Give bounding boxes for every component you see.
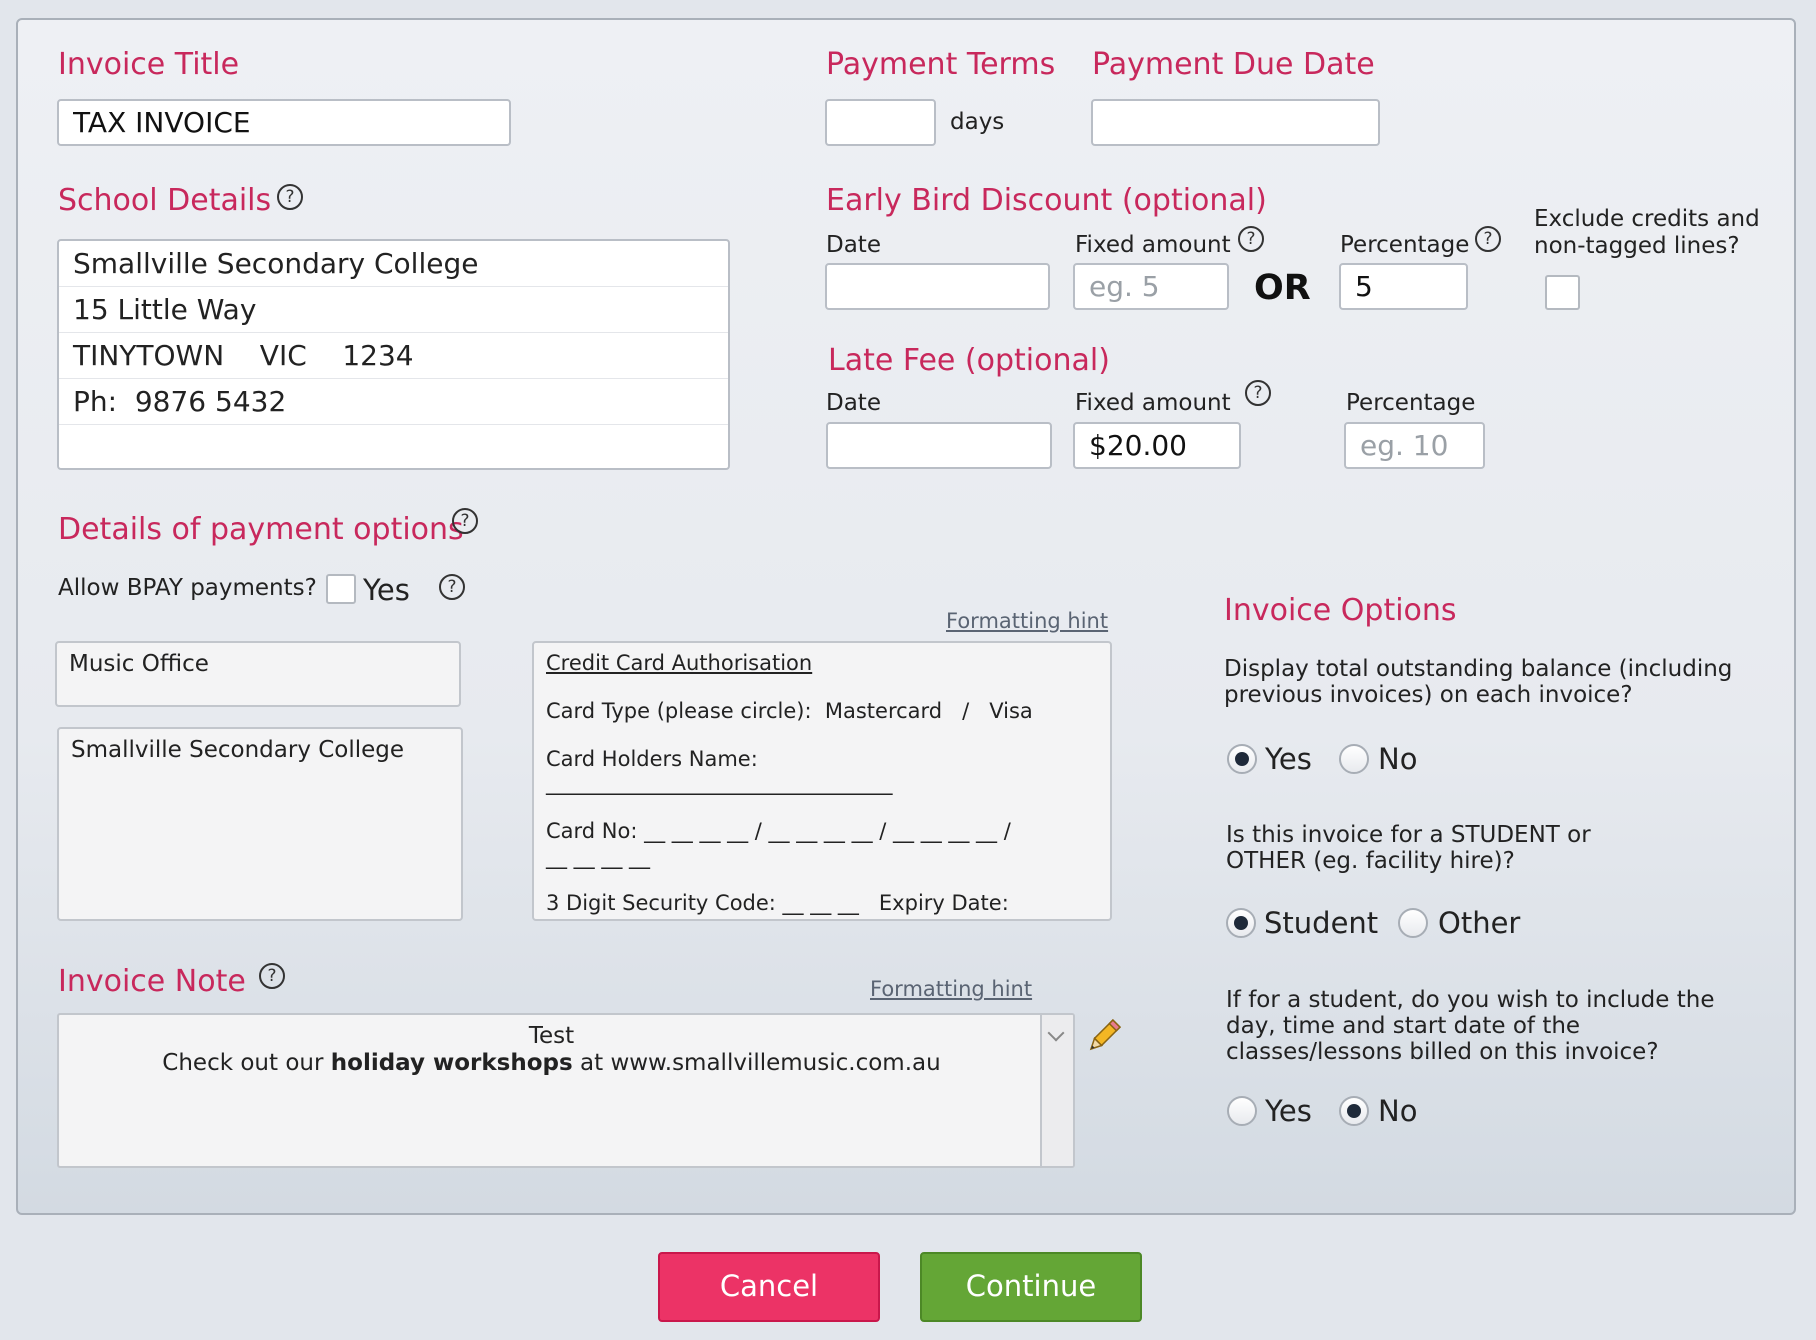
invoice-note-line-2: Check out our holiday workshops at www.s… (59, 1050, 1044, 1077)
payment-options-help-icon[interactable]: ? (452, 508, 478, 534)
exclude-credits-label-2: non-tagged lines? (1534, 233, 1740, 259)
school-details-line: Smallville Secondary College (59, 241, 728, 287)
balance-yes-radio[interactable] (1227, 744, 1257, 774)
invoice-options-heading: Invoice Options (1224, 593, 1457, 628)
bpay-help-icon[interactable]: ? (439, 574, 465, 600)
balance-yes-label: Yes (1265, 742, 1312, 776)
school-details-textarea[interactable]: Smallville Secondary College 15 Little W… (57, 239, 730, 470)
early-bird-date-label: Date (826, 232, 881, 258)
school-details-line: 15 Little Way (59, 287, 728, 333)
invoice-note-textarea[interactable]: Test Check out our holiday workshops at … (57, 1013, 1075, 1168)
bpay-label: Allow BPAY payments? (58, 575, 317, 601)
payment-box-music-office[interactable]: Music Office (55, 641, 461, 707)
class-details-no-radio[interactable] (1339, 1096, 1369, 1126)
note-bold-text: holiday workshops (330, 1050, 573, 1076)
bpay-yes-label: Yes (363, 573, 410, 607)
cc-card-no: Card No: __ __ __ __ / __ __ __ __ / __ … (546, 819, 1011, 843)
payment-box-school[interactable]: Smallville Secondary College (57, 727, 463, 921)
early-bird-heading: Early Bird Discount (optional) (826, 183, 1267, 218)
other-radio[interactable] (1398, 908, 1428, 938)
balance-no-radio[interactable] (1339, 744, 1369, 774)
cc-card-type: Card Type (please circle): Mastercard / … (546, 699, 1033, 723)
class-details-no-label: No (1378, 1094, 1418, 1128)
payment-terms-heading: Payment Terms (826, 47, 1056, 82)
pencil-icon[interactable] (1084, 1016, 1122, 1058)
payment-due-date-input[interactable] (1091, 99, 1380, 146)
q1-text-2: previous invoices) on each invoice? (1224, 682, 1633, 708)
invoice-title-input[interactable] (57, 99, 511, 146)
school-details-heading: School Details (58, 183, 272, 218)
chevron-down-icon[interactable] (1047, 1024, 1065, 1042)
student-radio[interactable] (1226, 908, 1256, 938)
invoice-note-line-1: Test (528, 1023, 575, 1049)
student-label: Student (1264, 906, 1379, 940)
invoice-note-content: Test Check out our holiday workshops at … (59, 1023, 1044, 1077)
cc-card-no-cont: __ __ __ __ (546, 845, 651, 869)
exclude-credits-label-1: Exclude credits and (1534, 206, 1760, 232)
q2-text-1: Is this invoice for a STUDENT or (1226, 822, 1591, 848)
early-bird-percentage-label: Percentage (1340, 232, 1470, 258)
invoice-note-scrollbar[interactable] (1040, 1015, 1073, 1166)
school-details-line: TINYTOWN VIC 1234 (59, 333, 728, 379)
class-details-yes-radio[interactable] (1227, 1096, 1257, 1126)
other-label: Other (1438, 906, 1521, 940)
class-details-yes-label: Yes (1265, 1094, 1312, 1128)
early-bird-date-input[interactable] (825, 263, 1050, 310)
invoice-title-heading: Invoice Title (58, 47, 240, 82)
bpay-checkbox[interactable] (326, 574, 356, 604)
early-bird-percentage-help-icon[interactable]: ? (1475, 226, 1501, 252)
late-fee-heading: Late Fee (optional) (828, 343, 1110, 378)
late-fee-date-input[interactable] (826, 422, 1052, 469)
school-details-line (59, 425, 728, 468)
late-fee-percentage-input[interactable] (1344, 422, 1485, 469)
balance-no-label: No (1378, 742, 1418, 776)
early-bird-fixed-input[interactable] (1073, 263, 1229, 310)
payment-options-heading: Details of payment options (58, 512, 464, 547)
late-fee-fixed-help-icon[interactable]: ? (1245, 380, 1271, 406)
cc-holder: Card Holders Name: (546, 747, 758, 771)
late-fee-percentage-label: Percentage (1346, 390, 1476, 416)
late-fee-fixed-label: Fixed amount (1075, 390, 1231, 416)
q3-text-1: If for a student, do you wish to include… (1226, 987, 1715, 1013)
note-text: Check out our (162, 1050, 331, 1076)
q2-text-2: OTHER (eg. facility hire)? (1226, 848, 1515, 874)
note-text: at www.smallvillemusic.com.au (572, 1050, 941, 1076)
invoice-note-heading: Invoice Note (58, 964, 246, 999)
cc-title: Credit Card Authorisation (546, 651, 813, 675)
late-fee-fixed-input[interactable] (1073, 422, 1241, 469)
continue-button[interactable]: Continue (920, 1252, 1142, 1322)
q1-text-1: Display total outstanding balance (inclu… (1224, 656, 1733, 682)
payment-due-date-heading: Payment Due Date (1092, 47, 1375, 82)
invoice-note-help-icon[interactable]: ? (259, 963, 285, 989)
early-bird-fixed-label: Fixed amount (1075, 232, 1231, 258)
school-details-line: Ph: 9876 5432 (59, 379, 728, 425)
credit-card-authorisation-box[interactable]: Credit Card Authorisation Card Type (ple… (532, 641, 1112, 921)
early-bird-fixed-help-icon[interactable]: ? (1238, 226, 1264, 252)
cc-security: 3 Digit Security Code: __ __ __ Expiry D… (546, 891, 1009, 915)
late-fee-date-label: Date (826, 390, 881, 416)
early-bird-percentage-input[interactable] (1339, 263, 1468, 310)
exclude-credits-checkbox[interactable] (1545, 275, 1580, 310)
invoice-note-formatting-hint-link[interactable]: Formatting hint (870, 977, 1032, 1001)
formatting-hint-link[interactable]: Formatting hint (946, 609, 1108, 633)
school-details-help-icon[interactable]: ? (277, 184, 303, 210)
q3-text-3: classes/lessons billed on this invoice? (1226, 1039, 1659, 1065)
cancel-button[interactable]: Cancel (658, 1252, 880, 1322)
cc-holder-line: _________________________________ (546, 771, 893, 795)
or-separator: OR (1254, 268, 1311, 308)
payment-terms-unit: days (950, 109, 1005, 135)
q3-text-2: day, time and start date of the (1226, 1013, 1581, 1039)
payment-terms-input[interactable] (825, 99, 936, 146)
